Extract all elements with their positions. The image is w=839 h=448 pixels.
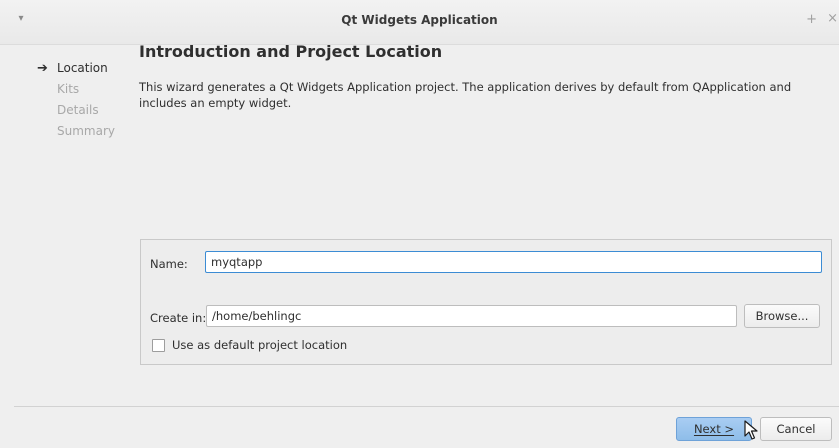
next-button[interactable]: Next > <box>676 417 752 441</box>
wizard-steps: ➔ Location Kits Details Summary <box>37 58 127 142</box>
page-title: Introduction and Project Location <box>139 42 443 61</box>
step-label: Location <box>57 61 108 75</box>
name-label: Name: <box>150 257 188 271</box>
name-input[interactable]: myqtapp <box>205 251 822 273</box>
step-kits: Kits <box>37 79 127 100</box>
next-label: Next > <box>693 422 735 436</box>
default-location-label[interactable]: Use as default project location <box>172 338 347 352</box>
create-in-label: Create in: <box>150 311 207 325</box>
step-location: ➔ Location <box>37 58 127 79</box>
default-location-checkbox[interactable] <box>152 339 165 352</box>
wizard-window: ▾ Qt Widgets Application + × ➔ Location … <box>0 0 839 448</box>
step-details: Details <box>37 100 127 121</box>
footer-divider <box>14 406 839 407</box>
project-form-panel: Name: myqtapp Create in: /home/behlingc … <box>140 239 832 365</box>
pin-icon[interactable]: + <box>806 12 817 27</box>
mouse-pointer-icon <box>744 420 758 440</box>
title-bar[interactable]: ▾ Qt Widgets Application + × <box>0 0 839 45</box>
step-label: Details <box>57 103 99 117</box>
page-description: This wizard generates a Qt Widgets Appli… <box>139 80 792 110</box>
step-label: Kits <box>57 82 80 96</box>
close-icon[interactable]: × <box>827 11 838 26</box>
cancel-button[interactable]: Cancel <box>760 417 832 441</box>
create-in-input[interactable]: /home/behlingc <box>206 305 737 327</box>
step-label: Summary <box>57 124 115 138</box>
step-summary: Summary <box>37 121 127 142</box>
window-title: Qt Widgets Application <box>341 13 498 27</box>
browse-button[interactable]: Browse... <box>744 304 820 328</box>
arrow-right-icon: ➔ <box>37 61 48 76</box>
